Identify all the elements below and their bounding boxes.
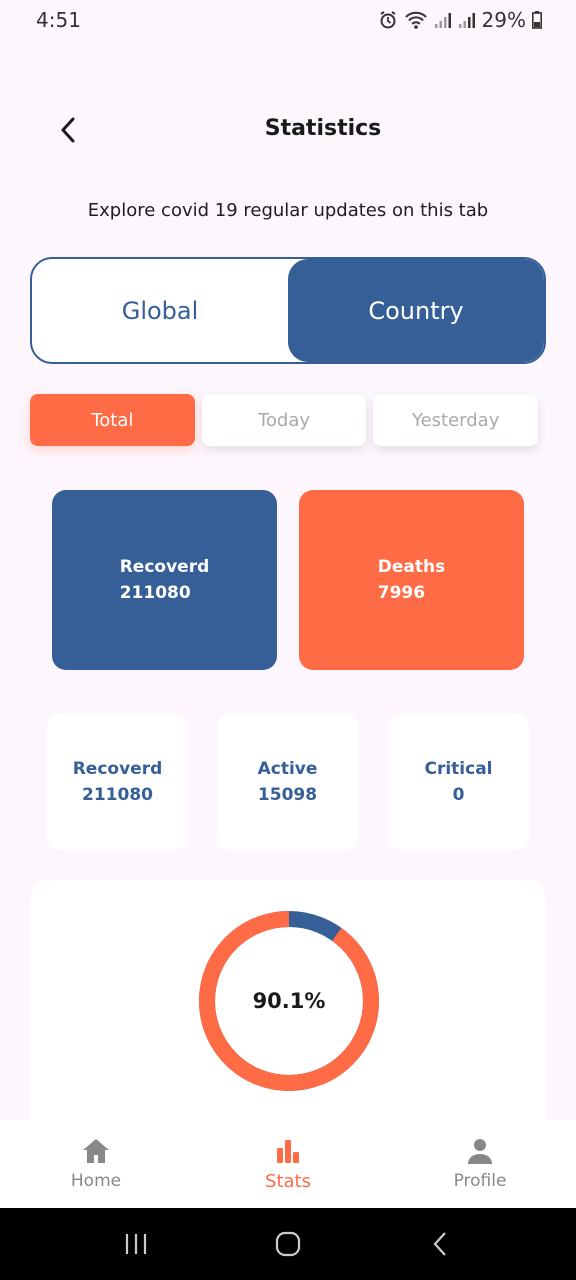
tab-total[interactable]: Total	[30, 394, 195, 446]
alarm-icon	[378, 10, 398, 30]
stat-card-label: Recoverd	[72, 759, 163, 779]
app-header: Statistics	[0, 104, 576, 158]
nav-profile-label: Profile	[453, 1171, 507, 1191]
recent-apps-icon	[125, 1234, 147, 1254]
deaths-card-label: Deaths	[377, 557, 446, 577]
tab-yesterday[interactable]: Yesterday	[373, 394, 539, 446]
stat-card-value: 211080	[82, 785, 153, 805]
stat-card-label: Active	[257, 759, 318, 779]
recovered-card-label: Recoverd	[119, 557, 210, 577]
recovered-card: Recoverd 211080	[52, 490, 277, 670]
stat-card-value: 15098	[257, 785, 318, 805]
nav-profile[interactable]: Profile	[384, 1120, 576, 1208]
stat-card-critical: Critical 0	[388, 714, 529, 850]
chart-panel: 90.1%	[30, 880, 546, 1140]
status-bar: 4:51 29%	[0, 0, 576, 40]
status-icons: 29%	[378, 8, 542, 32]
home-system-button[interactable]	[258, 1224, 318, 1264]
page-subtitle: Explore covid 19 regular updates on this…	[87, 200, 489, 221]
recovered-card-value: 211080	[119, 583, 191, 603]
nav-home[interactable]: Home	[0, 1120, 192, 1208]
page-title: Statistics	[264, 116, 382, 141]
deaths-card: Deaths 7996	[299, 490, 524, 670]
nav-stats[interactable]: Stats	[192, 1120, 384, 1208]
status-time: 4:51	[36, 8, 81, 32]
home-circle-icon	[275, 1231, 301, 1257]
system-nav-bar	[0, 1208, 576, 1280]
back-chevron-icon	[433, 1232, 446, 1256]
stat-card-label: Critical	[424, 759, 493, 779]
signal-icon-1	[434, 11, 452, 29]
person-icon	[468, 1139, 492, 1164]
deaths-card-value: 7996	[377, 583, 426, 603]
signal-icon-2	[458, 11, 476, 29]
tab-today[interactable]: Today	[201, 394, 367, 446]
nav-stats-label: Stats	[265, 1170, 311, 1192]
nav-home-label: Home	[70, 1171, 122, 1191]
back-system-button[interactable]	[410, 1224, 470, 1264]
bar-chart-icon	[277, 1139, 299, 1163]
bottom-nav: Home Stats Profile	[0, 1120, 576, 1208]
stat-card-recovered: Recoverd 211080	[47, 714, 188, 850]
battery-level: 29%	[481, 8, 526, 32]
scope-toggle: Global Country	[30, 257, 546, 364]
home-icon	[83, 1139, 109, 1163]
stat-card-value: 0	[452, 785, 465, 805]
scope-option-global[interactable]: Global	[32, 259, 288, 362]
battery-icon	[532, 11, 542, 29]
period-tabs: Total Today Yesterday	[30, 394, 539, 446]
stat-card-active: Active 15098	[217, 714, 358, 850]
donut-percent-label: 90.1%	[252, 989, 326, 1013]
wifi-icon	[404, 10, 428, 30]
scope-option-country[interactable]: Country	[288, 259, 544, 362]
recent-apps-button[interactable]	[106, 1224, 166, 1264]
